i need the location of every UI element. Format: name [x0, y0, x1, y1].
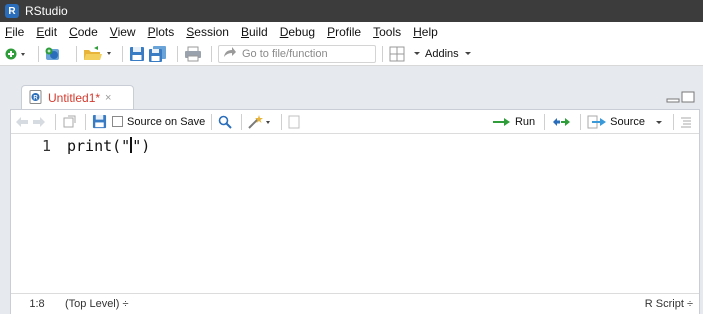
toolbar-separator [281, 113, 283, 130]
editor-toolbar: Source on Save Run Source [11, 110, 699, 134]
toolbar-separator [211, 45, 212, 62]
save-icon[interactable] [129, 45, 145, 63]
new-project-icon[interactable] [45, 45, 67, 63]
search-icon[interactable] [218, 113, 232, 131]
new-file-icon[interactable] [5, 45, 29, 63]
menu-plots[interactable]: Plots [148, 25, 175, 39]
code-before-cursor: print(" [67, 137, 131, 155]
toolbar-separator [122, 45, 123, 62]
chevron-down-icon [412, 48, 422, 60]
run-group: Run Source [492, 110, 695, 134]
source-editor: Source on Save Run Source 1 print(" ") 1… [10, 109, 700, 314]
toolbar-separator [55, 113, 56, 130]
file-type-selector[interactable]: R Script ÷ [645, 298, 693, 310]
toolbar-separator [177, 45, 178, 62]
chevron-down-icon [463, 48, 473, 60]
open-file-icon[interactable] [83, 45, 113, 63]
document-outline-icon[interactable] [680, 113, 692, 131]
code-after-cursor: ") [132, 137, 151, 155]
toolbar-separator [76, 45, 77, 62]
menu-help[interactable]: Help [413, 25, 438, 39]
code-area[interactable]: 1 print(" ") [11, 135, 699, 293]
menu-view[interactable]: View [110, 25, 136, 39]
menu-profile[interactable]: Profile [327, 25, 361, 39]
line-number: 1 [41, 137, 51, 155]
toolbar-separator [241, 113, 243, 130]
scope-selector[interactable]: (Top Level) ÷ [65, 298, 129, 310]
menu-code[interactable]: Code [69, 25, 98, 39]
editor-status-bar: 1:8 (Top Level) ÷ R Script ÷ [11, 293, 699, 314]
addins-menu[interactable]: Addins [412, 48, 473, 60]
toolbar-separator [85, 113, 86, 130]
toolbar-separator [211, 113, 213, 130]
minimize-pane-icon[interactable] [666, 91, 680, 106]
tab-untitled1[interactable]: R Untitled1* × [21, 85, 134, 110]
toolbar-separator [673, 114, 674, 130]
tab-label: Untitled1* [48, 91, 101, 105]
menu-session[interactable]: Session [186, 25, 229, 39]
back-arrow-icon[interactable] [15, 113, 29, 131]
menu-bar: File Edit Code View Plots Session Build … [0, 22, 703, 42]
source-on-save-label: Source on Save [127, 115, 206, 128]
forward-arrow-icon[interactable] [32, 113, 46, 131]
svg-text:R: R [33, 95, 38, 101]
go-to-file-input[interactable]: Go to file/function [218, 44, 376, 63]
code-line[interactable]: print(" ") [67, 137, 150, 155]
source-on-save-checkbox[interactable] [112, 116, 123, 127]
toolbar-separator [38, 45, 39, 62]
rstudio-logo-icon: R [5, 4, 19, 18]
menu-build[interactable]: Build [241, 25, 268, 39]
run-button[interactable]: Run [492, 113, 535, 131]
save-all-icon[interactable] [148, 45, 168, 63]
cursor-position: 1:8 [29, 298, 45, 310]
source-button[interactable]: Source [587, 113, 645, 131]
title-bar: R RStudio [0, 0, 703, 22]
toolbar-separator [544, 114, 546, 130]
toolbar-separator [580, 114, 582, 130]
menu-tools[interactable]: Tools [373, 25, 401, 39]
workspace-panes-icon[interactable] [389, 45, 405, 63]
print-icon[interactable] [184, 45, 202, 63]
main-toolbar: Go to file/function Addins [0, 42, 703, 66]
chevron-down-icon[interactable] [654, 113, 664, 131]
maximize-pane-icon[interactable] [681, 91, 695, 106]
close-icon[interactable]: × [105, 92, 111, 104]
window-title: RStudio [25, 4, 68, 18]
compile-report-icon[interactable] [288, 113, 300, 131]
menu-debug[interactable]: Debug [280, 25, 315, 39]
menu-file[interactable]: File [5, 25, 24, 39]
save-icon[interactable] [92, 113, 107, 131]
show-in-window-icon[interactable] [62, 113, 76, 131]
rerun-icon[interactable] [551, 113, 571, 131]
r-document-icon: R [29, 89, 43, 107]
magic-wand-icon[interactable] [248, 113, 272, 131]
go-to-arrow-icon [223, 46, 237, 61]
toolbar-separator [382, 45, 383, 62]
pane-window-controls [666, 91, 695, 106]
menu-edit[interactable]: Edit [36, 25, 57, 39]
source-tab-strip: R Untitled1* × [0, 85, 703, 110]
